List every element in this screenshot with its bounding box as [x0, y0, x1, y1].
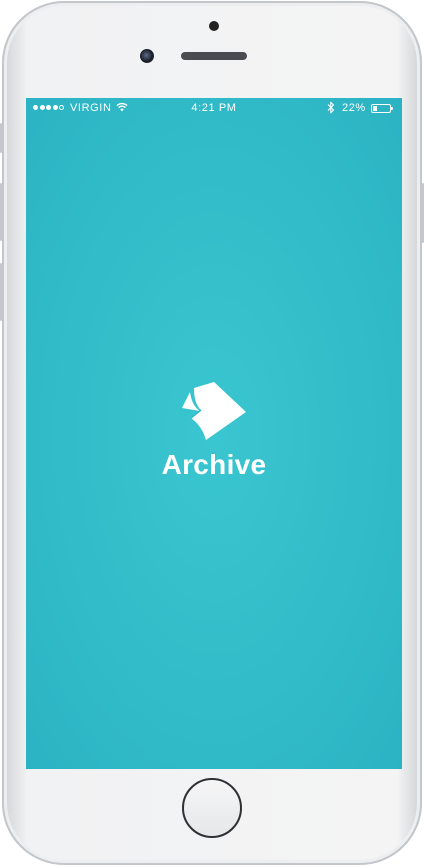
home-button[interactable]	[182, 778, 242, 838]
proximity-sensor	[209, 21, 219, 31]
app-title: Archive	[161, 449, 267, 480]
phone-frame: VIRGIN 4:21 PM 22% Archive	[0, 1, 424, 865]
archive-paper-logo-icon	[180, 382, 248, 444]
bluetooth-icon	[327, 101, 335, 117]
battery-percentage: 22%	[342, 102, 366, 114]
app-screen[interactable]: VIRGIN 4:21 PM 22% Archive	[26, 98, 402, 769]
front-camera-icon	[140, 49, 154, 63]
battery-level-fill	[373, 106, 377, 111]
earpiece-speaker	[181, 52, 247, 60]
volume-down-button	[0, 263, 3, 321]
battery-icon	[371, 104, 393, 113]
volume-up-button	[0, 183, 3, 241]
mute-switch	[0, 123, 3, 153]
status-bar: VIRGIN 4:21 PM 22%	[26, 98, 402, 120]
